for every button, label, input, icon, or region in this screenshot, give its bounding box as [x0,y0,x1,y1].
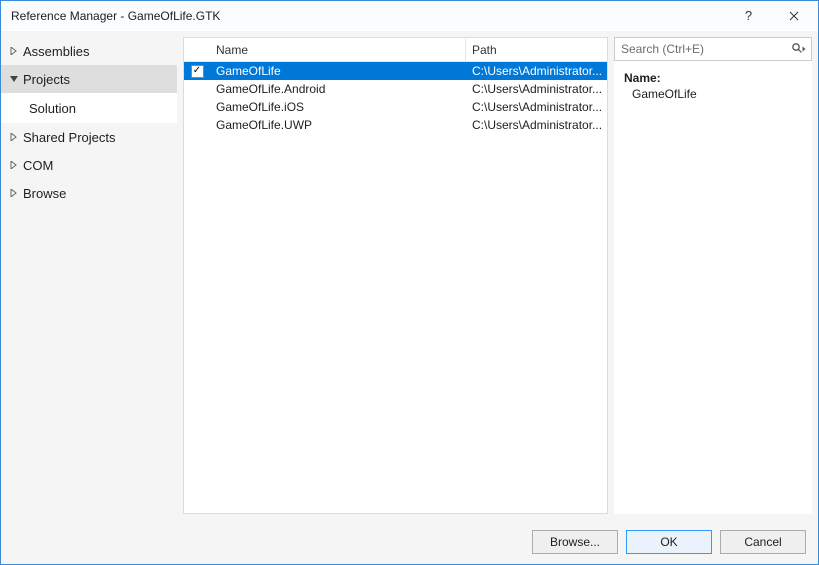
sidebar-subitem-label: Solution [29,101,76,116]
sidebar-item-projects[interactable]: Projects [1,65,177,93]
sidebar-item-label: COM [23,158,53,173]
sidebar-item-label: Shared Projects [23,130,116,145]
row-path: C:\Users\Administrator... [466,82,607,96]
row-path: C:\Users\Administrator... [466,118,607,132]
sidebar-item-browse[interactable]: Browse [1,179,177,207]
row-name: GameOfLife.UWP [210,118,466,132]
column-header-name-label: Name [216,43,248,57]
window-title: Reference Manager - GameOfLife.GTK [11,9,220,23]
chevron-right-icon [7,44,21,58]
row-checkbox-cell[interactable]: ✓ [184,101,210,114]
row-name: GameOfLife.Android [210,82,466,96]
search-placeholder: Search (Ctrl+E) [621,42,791,56]
list-row[interactable]: ✓ GameOfLife.iOS C:\Users\Administrator.… [184,98,607,116]
cancel-button[interactable]: Cancel [720,530,806,554]
detail-name-label: Name: [624,71,802,85]
row-checkbox-cell[interactable]: ✓ [184,83,210,96]
search-icon [791,42,807,56]
list-row[interactable]: ✓ GameOfLife C:\Users\Administrator... [184,62,607,80]
help-icon: ? [745,8,752,23]
detail-panel: Search (Ctrl+E) Name: GameOfLife [614,37,812,514]
ok-button[interactable]: OK [626,530,712,554]
title-bar: Reference Manager - GameOfLife.GTK ? [1,1,818,31]
browse-button-label: Browse... [550,535,600,549]
close-icon [789,11,799,21]
list-header: Name Path [184,38,607,62]
sidebar-subitem-solution[interactable]: Solution [1,93,177,123]
row-path: C:\Users\Administrator... [466,64,607,78]
list-row[interactable]: ✓ GameOfLife.Android C:\Users\Administra… [184,80,607,98]
detail-body: Name: GameOfLife [614,67,812,514]
category-sidebar: Assemblies Projects Solution Shared Proj… [1,31,177,520]
sidebar-item-label: Projects [23,72,70,87]
list-row[interactable]: ✓ GameOfLife.UWP C:\Users\Administrator.… [184,116,607,134]
row-name: GameOfLife [210,64,466,78]
row-checkbox-cell[interactable]: ✓ [184,119,210,132]
cancel-button-label: Cancel [744,535,781,549]
reference-list-panel: Name Path ✓ GameOfLife C:\Users\Administ… [183,37,608,514]
sidebar-item-com[interactable]: COM [1,151,177,179]
column-header-path-label: Path [472,43,497,57]
sidebar-item-label: Assemblies [23,44,89,59]
column-header-path[interactable]: Path [466,38,607,61]
chevron-right-icon [7,186,21,200]
chevron-right-icon [7,130,21,144]
browse-button[interactable]: Browse... [532,530,618,554]
dialog-footer: Browse... OK Cancel [1,520,818,564]
row-path: C:\Users\Administrator... [466,100,607,114]
check-icon: ✓ [191,65,204,78]
help-button[interactable]: ? [726,2,771,30]
chevron-down-icon [7,72,21,86]
sidebar-item-shared-projects[interactable]: Shared Projects [1,123,177,151]
content-area: Assemblies Projects Solution Shared Proj… [1,31,818,520]
chevron-right-icon [7,158,21,172]
sidebar-item-assemblies[interactable]: Assemblies [1,37,177,65]
detail-name-value: GameOfLife [624,85,802,101]
row-name: GameOfLife.iOS [210,100,466,114]
close-button[interactable] [771,2,816,30]
search-input[interactable]: Search (Ctrl+E) [614,37,812,61]
list-body: ✓ GameOfLife C:\Users\Administrator... ✓… [184,62,607,513]
sidebar-item-label: Browse [23,186,66,201]
row-checkbox-cell[interactable]: ✓ [184,65,210,78]
ok-button-label: OK [660,535,677,549]
column-header-name[interactable]: Name [210,38,466,61]
